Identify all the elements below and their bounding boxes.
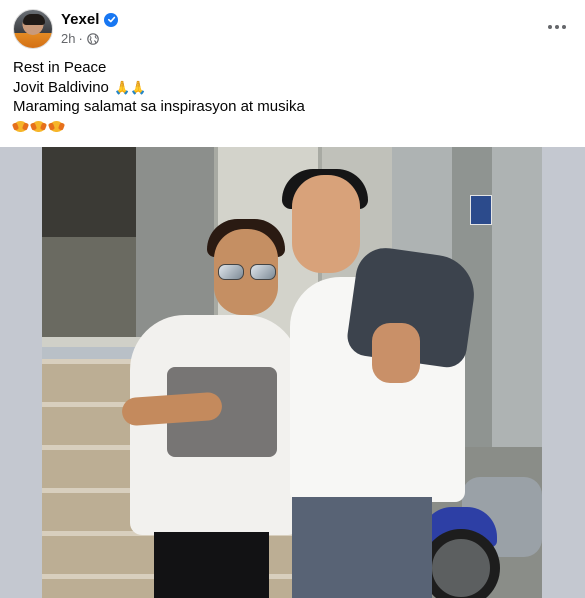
- photo-window-reflection: [42, 237, 136, 347]
- caption-line-4-emoji-row: [11, 119, 573, 132]
- praying-hands-emoji: 🙏🙏: [114, 79, 147, 95]
- more-dot: [548, 25, 552, 29]
- post-caption: Rest in Peace Jovit Baldivino 🙏🙏 Maramin…: [11, 58, 573, 132]
- verified-badge-icon: [104, 12, 119, 27]
- author-name-row: Yexel: [61, 11, 119, 28]
- post-timestamp[interactable]: 2h: [61, 31, 75, 46]
- author-name[interactable]: Yexel: [61, 11, 99, 28]
- more-dot: [562, 25, 566, 29]
- avatar-hair: [23, 14, 45, 25]
- meta-separator: ·: [78, 31, 83, 46]
- post-photo[interactable]: [42, 147, 542, 598]
- caption-line-2: Jovit Baldivino 🙏🙏: [13, 78, 573, 98]
- author-avatar[interactable]: [13, 9, 53, 49]
- globe-icon[interactable]: [87, 32, 99, 45]
- caption-line-1: Rest in Peace: [13, 59, 107, 76]
- more-options-icon[interactable]: [541, 15, 573, 39]
- disguised-pray-emoji: [29, 119, 48, 132]
- photo-person-left-pants: [154, 532, 269, 598]
- disguised-pray-emoji: [11, 119, 30, 132]
- post-header: Yexel 2h ·: [13, 9, 573, 49]
- photo-sunglasses: [218, 264, 276, 280]
- photo-sign: [470, 195, 492, 225]
- post-meta: 2h ·: [61, 31, 99, 46]
- disguised-pray-emoji: [47, 119, 66, 132]
- caption-line-3: Maraming salamat sa inspirasyon at musik…: [13, 98, 305, 115]
- facebook-post: Yexel 2h · Rest in Peace Jovit Baldivino: [0, 0, 585, 598]
- photo-person-right-face: [292, 175, 360, 273]
- photo-person-right-jeans: [292, 497, 432, 598]
- photo-thumbs-up: [372, 323, 420, 383]
- more-dot: [555, 25, 559, 29]
- caption-line-2-text: Jovit Baldivino: [13, 78, 109, 96]
- post-photo-container[interactable]: [0, 147, 585, 598]
